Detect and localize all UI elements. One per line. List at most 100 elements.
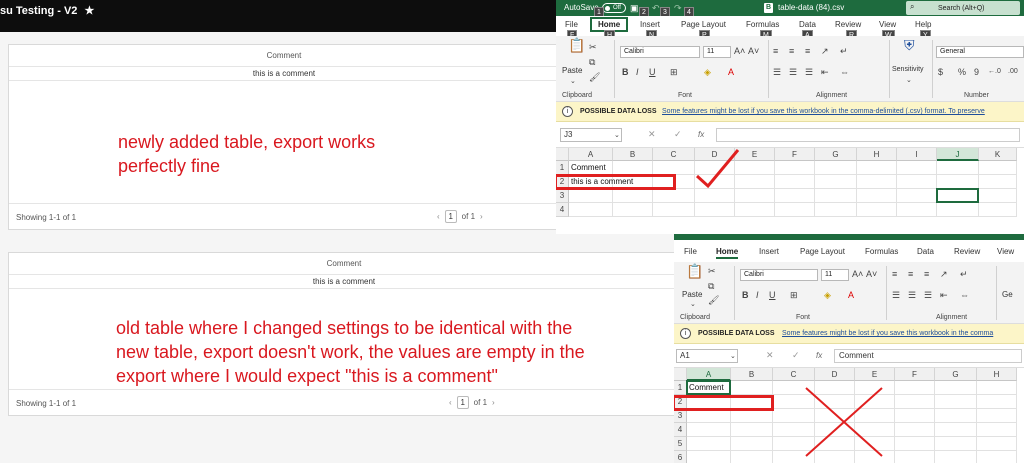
worksheet-grid[interactable]: A B C D E F G H I J K 1 Comment 2 this is a comment 3 4: [556, 148, 1024, 234]
cell-g1[interactable]: [815, 161, 857, 175]
cell-h2[interactable]: [857, 175, 897, 189]
cell-b3[interactable]: [613, 189, 653, 203]
merge-center-icon[interactable]: ⇔: [960, 290, 969, 300]
cell-b4[interactable]: [613, 203, 653, 217]
increase-decimal-icon[interactable]: ←.0: [988, 67, 1001, 77]
cut-icon[interactable]: ✂: [589, 42, 597, 52]
cell-g2[interactable]: [815, 175, 857, 189]
cell-h5[interactable]: [977, 437, 1017, 451]
row-header-5[interactable]: 5: [674, 437, 687, 451]
decrease-indent-icon[interactable]: ⇤: [821, 67, 829, 77]
format-painter-icon[interactable]: 🖌: [589, 72, 600, 82]
star-icon[interactable]: ★: [84, 5, 94, 17]
paste-label[interactable]: Paste: [562, 66, 582, 75]
cancel-icon[interactable]: ✕: [766, 350, 774, 361]
cell-f1[interactable]: [895, 381, 935, 395]
tab-file[interactable]: File: [565, 20, 578, 29]
cell-h3[interactable]: [857, 189, 897, 203]
cell-i2[interactable]: [897, 175, 937, 189]
cell-f3[interactable]: [895, 409, 935, 423]
infobar-message[interactable]: Some features might be lost if you save …: [782, 330, 993, 337]
cell-b5[interactable]: [731, 437, 773, 451]
page-input[interactable]: 1: [456, 396, 469, 409]
borders-icon[interactable]: ⊞: [670, 67, 678, 77]
cell-f4[interactable]: [775, 203, 815, 217]
chevron-down-icon[interactable]: ⌄: [906, 76, 912, 86]
cell-a4[interactable]: [687, 423, 731, 437]
decrease-decimal-icon[interactable]: .00: [1008, 67, 1018, 77]
cell-a3[interactable]: [569, 189, 613, 203]
undo-icon[interactable]: ↶: [652, 3, 660, 13]
cell-a4[interactable]: [569, 203, 613, 217]
row-header-4[interactable]: 4: [556, 203, 569, 217]
align-left-icon[interactable]: ☰: [892, 290, 900, 300]
cell-h1[interactable]: [857, 161, 897, 175]
cell-g4[interactable]: [935, 423, 977, 437]
cell-g4[interactable]: [815, 203, 857, 217]
row-header-6[interactable]: 6: [674, 451, 687, 463]
cell-e3[interactable]: [735, 189, 775, 203]
column-header-d[interactable]: D: [815, 368, 855, 381]
cell-c3[interactable]: [653, 189, 695, 203]
prev-page-icon[interactable]: ‹: [437, 212, 440, 221]
cell-f5[interactable]: [895, 437, 935, 451]
cell-f2[interactable]: [895, 395, 935, 409]
row-header-4[interactable]: 4: [674, 423, 687, 437]
cell-a5[interactable]: [687, 437, 731, 451]
cell-d3[interactable]: [695, 189, 735, 203]
column-header-g[interactable]: G: [815, 148, 857, 161]
align-center-icon[interactable]: ☰: [789, 67, 797, 77]
cell-f4[interactable]: [895, 423, 935, 437]
column-header-f[interactable]: F: [895, 368, 935, 381]
cell-a3[interactable]: [687, 409, 731, 423]
fill-color-icon[interactable]: ◈: [704, 67, 711, 77]
tab-insert[interactable]: Insert: [640, 20, 660, 29]
column-header-h[interactable]: H: [857, 148, 897, 161]
font-color-icon[interactable]: A: [728, 67, 734, 77]
cell-f1[interactable]: [775, 161, 815, 175]
tab-insert[interactable]: Insert: [759, 247, 779, 256]
cell-h2[interactable]: [977, 395, 1017, 409]
column-header-a[interactable]: A: [569, 148, 613, 161]
chevron-down-icon[interactable]: ⌄: [614, 131, 620, 141]
cell-h4[interactable]: [977, 423, 1017, 437]
prev-page-icon[interactable]: ‹: [449, 398, 452, 407]
comma-style-icon[interactable]: 9: [974, 67, 979, 77]
decrease-font-icon[interactable]: A˅: [748, 46, 759, 56]
align-right-icon[interactable]: ☰: [924, 290, 932, 300]
save-icon[interactable]: ▣: [630, 3, 639, 13]
copy-icon[interactable]: ⧉: [708, 281, 714, 291]
orientation-icon[interactable]: ↗: [821, 46, 829, 56]
tab-formulas[interactable]: Formulas: [865, 247, 898, 256]
tab-view[interactable]: View: [997, 247, 1014, 256]
copy-icon[interactable]: ⧉: [589, 57, 595, 67]
cell-f6[interactable]: [895, 451, 935, 463]
page-input[interactable]: 1: [444, 210, 457, 223]
cut-icon[interactable]: ✂: [708, 266, 716, 276]
format-painter-icon[interactable]: 🖌: [708, 295, 719, 305]
tab-page-layout[interactable]: Page Layout: [800, 247, 845, 256]
sensitivity-icon[interactable]: ⛨: [904, 38, 915, 52]
formula-input[interactable]: [716, 128, 1020, 142]
sensitivity-label[interactable]: Sensitivity: [892, 66, 924, 73]
cell-b6[interactable]: [731, 451, 773, 463]
tab-view[interactable]: View: [879, 20, 896, 29]
tab-formulas[interactable]: Formulas: [746, 20, 779, 29]
name-box[interactable]: J3: [560, 128, 622, 142]
cell-i4[interactable]: [897, 203, 937, 217]
column-header-comment[interactable]: Comment: [9, 253, 679, 275]
increase-font-icon[interactable]: A˄: [852, 269, 863, 279]
font-color-icon[interactable]: A: [848, 290, 854, 300]
tab-home[interactable]: Home: [716, 247, 739, 259]
accounting-format-icon[interactable]: $: [938, 67, 943, 77]
font-size-select[interactable]: 11: [821, 269, 849, 281]
column-header-b[interactable]: B: [731, 368, 773, 381]
cell-d4[interactable]: [695, 203, 735, 217]
column-header-g[interactable]: G: [935, 368, 977, 381]
wrap-text-icon[interactable]: ↵: [840, 46, 848, 56]
cell-j4[interactable]: [937, 203, 979, 217]
cell-g2[interactable]: [935, 395, 977, 409]
font-size-select[interactable]: 11: [703, 46, 731, 58]
paste-icon[interactable]: 📋: [568, 38, 585, 52]
cell-i1[interactable]: [897, 161, 937, 175]
